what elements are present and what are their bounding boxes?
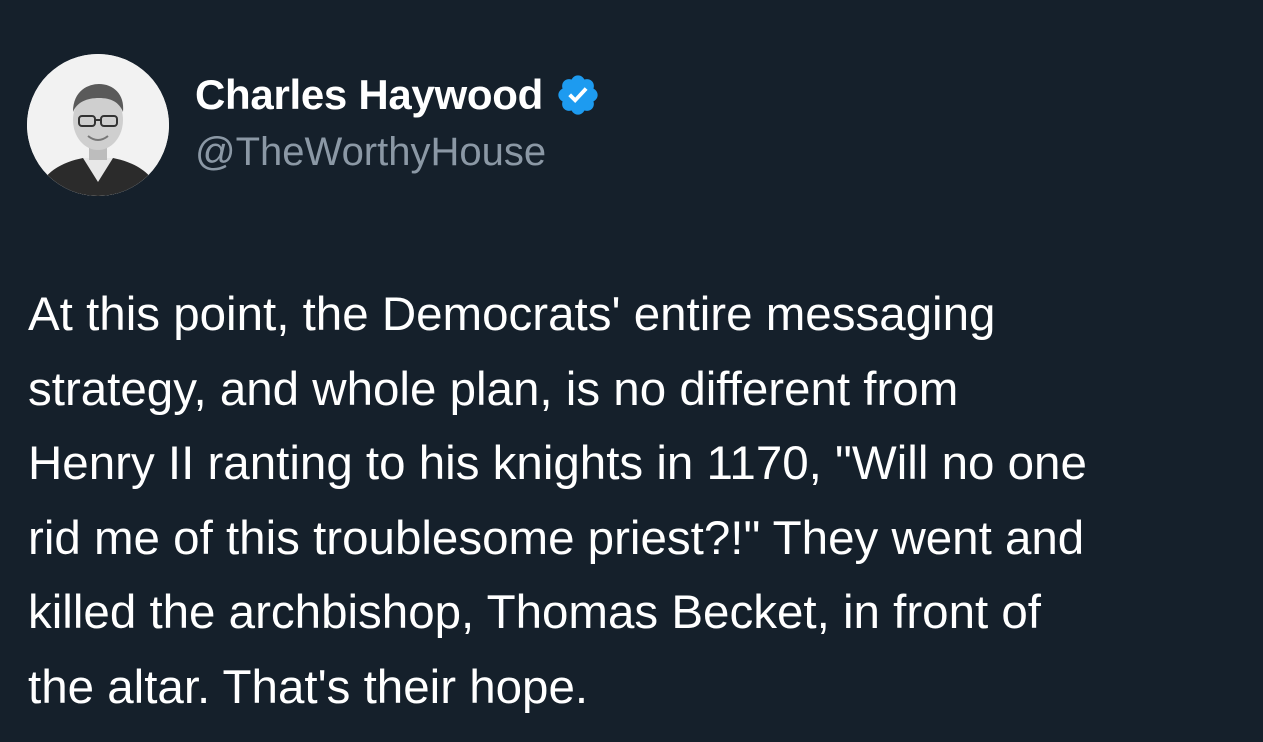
tweet-text-line: Henry II ranting to his knights in 1170,… — [28, 437, 1087, 490]
tweet-text: At this point, the Democrats' entire mes… — [28, 278, 1243, 725]
display-name[interactable]: Charles Haywood — [195, 71, 543, 119]
tweet-text-line: the altar. That's their hope. — [28, 660, 589, 714]
profile-photo — [27, 54, 169, 196]
verified-badge-icon — [555, 72, 601, 118]
tweet-text-line: rid me of this troublesome priest?!" The… — [28, 511, 1085, 565]
tweet-text-line: At this point, the Democrats' entire mes… — [28, 288, 996, 341]
tweet-text-line: strategy, and whole plan, is no differen… — [28, 362, 959, 416]
tweet-card: Charles Haywood @TheWorthyHouse At this … — [0, 0, 1263, 742]
user-handle[interactable]: @TheWorthyHouse — [195, 130, 601, 175]
tweet-text-line: killed the archbishop, Thomas Becket, in… — [28, 586, 1041, 639]
name-row: Charles Haywood — [195, 68, 601, 122]
avatar[interactable] — [27, 54, 169, 196]
tweet-header: Charles Haywood @TheWorthyHouse — [195, 68, 601, 175]
